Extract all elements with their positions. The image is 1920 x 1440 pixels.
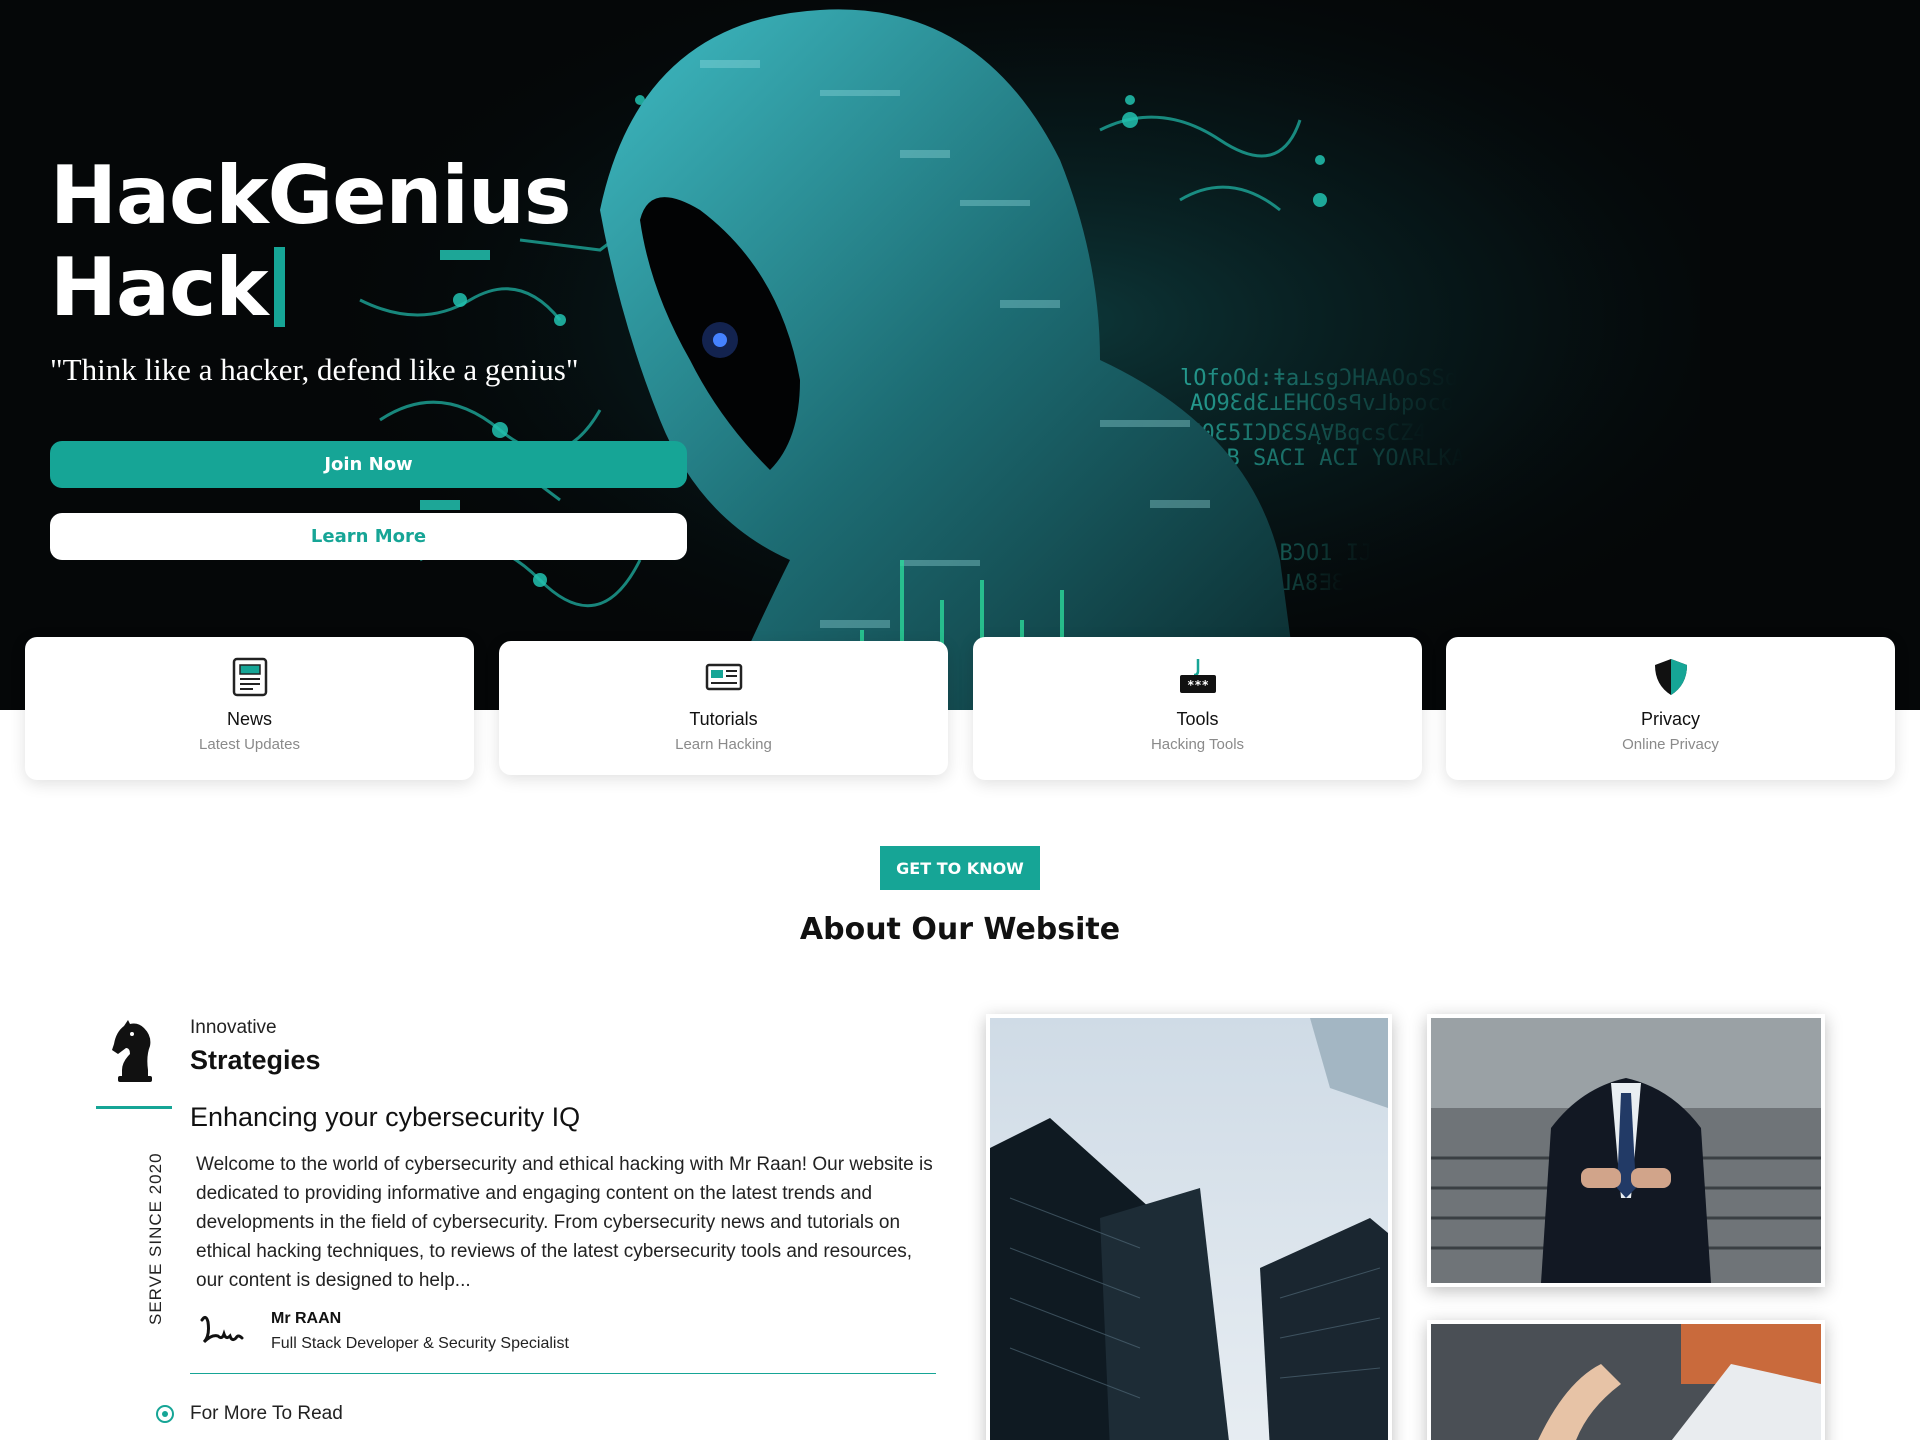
- businessman-photo: [1427, 1014, 1825, 1287]
- about-title: About Our Website: [799, 912, 1121, 947]
- typing-cursor: [273, 247, 285, 327]
- hacker-code-text: ɅʍB SACI ACI YOɅRLKA: [1200, 446, 1465, 471]
- accent-underline: [96, 1106, 172, 1109]
- shield-icon: [1651, 657, 1691, 697]
- card-subtitle: Learn Hacking: [675, 736, 772, 753]
- innovative-label: Innovative: [190, 1017, 277, 1038]
- card-title: Tools: [1176, 709, 1219, 729]
- author-name: Mr RAAN: [271, 1310, 342, 1327]
- serve-since-text: SERVE SINCE 2020: [146, 1152, 165, 1325]
- for-more-link[interactable]: For More To Read: [190, 1403, 343, 1425]
- card-tools[interactable]: *** Tools Hacking Tools: [973, 637, 1422, 780]
- card-subtitle: Online Privacy: [1622, 736, 1719, 753]
- chess-knight-icon: [112, 1020, 152, 1082]
- about-subtitle: Enhancing your cybersecurity IQ: [190, 1102, 581, 1132]
- join-now-button[interactable]: Join Now: [50, 441, 687, 488]
- meeting-tablet-photo: [1427, 1320, 1825, 1440]
- card-privacy[interactable]: Privacy Online Privacy: [1446, 637, 1895, 780]
- target-dot-icon: [156, 1405, 174, 1423]
- get-to-know-badge: GET TO KNOW: [880, 846, 1040, 890]
- dashboard-icon: [704, 657, 744, 697]
- hero-title: HackGenius Hack: [50, 149, 571, 334]
- signature-icon: [200, 1315, 244, 1344]
- hero-quote: "Think like a hacker, defend like a geni…: [50, 352, 579, 387]
- strategies-heading: Strategies: [190, 1045, 321, 1075]
- newspaper-icon: [230, 657, 270, 697]
- divider: [190, 1373, 936, 1374]
- card-subtitle: Latest Updates: [199, 736, 300, 753]
- about-body: Welcome to the world of cybersecurity an…: [196, 1154, 933, 1291]
- hero-section: lOfoOd:ǂa⊥sgƆHAAOoSSd AO9ƐdƐ⊥EHCOsꟼv⅃bpo…: [0, 0, 1920, 710]
- card-title: Tutorials: [689, 709, 758, 729]
- card-news[interactable]: News Latest Updates: [25, 637, 474, 780]
- author-role: Full Stack Developer & Security Speciali…: [271, 1335, 569, 1352]
- skyscrapers-photo: [986, 1014, 1392, 1440]
- hacker-code-text: AO9ƐdƐ⊥EHCOsꟼv⅃bpoco: [1190, 391, 1454, 416]
- password-icon-text: ***: [1187, 678, 1209, 692]
- hero-title-line1: HackGenius: [50, 149, 571, 242]
- hero-title-line2: Hack: [50, 241, 269, 334]
- card-subtitle: Hacking Tools: [1150, 736, 1245, 753]
- learn-more-button[interactable]: Learn More: [50, 513, 687, 560]
- hacker-code-text: lOfoOd:ǂa⊥sgƆHAAOoSSd: [1180, 366, 1458, 391]
- card-title: Privacy: [1640, 709, 1700, 729]
- card-tutorials[interactable]: Tutorials Learn Hacking: [499, 641, 948, 775]
- card-title: News: [226, 709, 272, 729]
- password-phishing-icon: ***: [1178, 657, 1218, 697]
